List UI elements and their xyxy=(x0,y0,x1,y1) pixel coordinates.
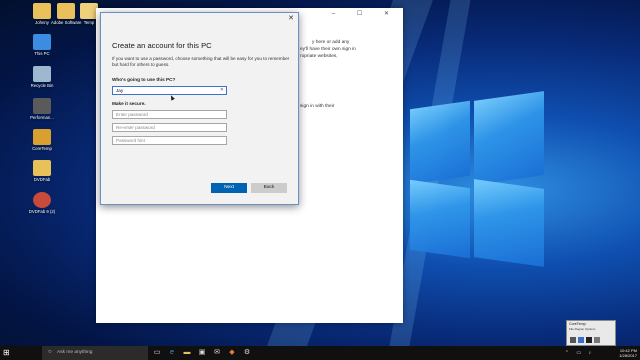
file-explorer-icon[interactable]: ▬ xyxy=(182,348,192,358)
desktop-icon-dvdfab-9[interactable]: DVDFab 9 (2) xyxy=(27,192,57,214)
monitor-icon xyxy=(586,337,592,343)
window-controls[interactable]: – ☐ ✕ xyxy=(332,10,399,17)
mail-icon[interactable]: ✉ xyxy=(212,348,222,358)
task-view-icon[interactable]: ▭ xyxy=(152,348,162,358)
back-button[interactable]: Back xyxy=(251,183,287,193)
clear-icon[interactable]: ✕ xyxy=(220,87,224,93)
password-hint-field[interactable]: Password hint xyxy=(112,136,227,145)
dialog-title: Create an account for this PC xyxy=(112,41,212,50)
recycle-bin-icon xyxy=(33,66,51,82)
settings-text: ropriate websites, xyxy=(300,54,338,59)
windows-start-icon[interactable]: ⊞ xyxy=(3,349,10,357)
close-icon[interactable]: ✕ xyxy=(288,14,294,22)
mini-window-menu[interactable]: File Region Options xyxy=(567,327,615,331)
secure-label: Make it secure. xyxy=(112,101,146,106)
info-icon xyxy=(594,337,600,343)
settings-icon[interactable]: ⚙ xyxy=(242,348,252,358)
password-field[interactable]: Enter password xyxy=(112,110,227,119)
dialog-description: If you want to use a password, choose so… xyxy=(112,56,290,67)
settings-text: sign in with their xyxy=(300,104,335,109)
search-box[interactable]: ○ Ask me anything xyxy=(42,346,148,360)
performance-icon xyxy=(33,98,51,114)
desktop-icon-coretemp[interactable]: CoreTemp xyxy=(27,129,57,151)
store-icon[interactable]: ▣ xyxy=(197,348,207,358)
clock[interactable]: 10:42 PM 1/28/2017 xyxy=(619,348,637,358)
folder-icon xyxy=(57,3,75,19)
reenter-password-field[interactable]: Re-enter password xyxy=(112,123,227,132)
settings-text: ey'll have their own sign in xyxy=(300,47,356,52)
desktop-icon-recycle-bin[interactable]: Recycle Bin xyxy=(27,66,57,88)
next-button[interactable]: Next xyxy=(211,183,247,193)
chart-icon xyxy=(578,337,584,343)
app-icon[interactable]: ◆ xyxy=(227,348,237,358)
dvdfab-icon xyxy=(33,192,51,208)
coretemp-icon xyxy=(33,129,51,145)
edge-icon[interactable]: e xyxy=(167,348,177,358)
coretemp-window[interactable]: CoreTemp File Region Options xyxy=(566,320,616,346)
create-account-dialog: ✕ Create an account for this PC If you w… xyxy=(100,12,299,205)
folder-icon xyxy=(33,3,51,19)
desktop-icon-dvdfab[interactable]: DVDFab xyxy=(27,160,57,182)
folder-icon xyxy=(33,160,51,176)
computer-icon xyxy=(33,34,51,50)
taskbar: ⊞ ○ Ask me anything ▭ e ▬ ▣ ✉ ◆ ⚙ ⌃ ▭ ♪ … xyxy=(0,346,640,360)
username-field[interactable]: Jay ✕ xyxy=(112,86,227,95)
username-value: Jay xyxy=(116,88,124,93)
clock-date: 1/28/2017 xyxy=(619,353,637,358)
mini-window-icons xyxy=(570,337,600,343)
search-placeholder: Ask me anything xyxy=(57,350,93,355)
who-label: Who's going to use this PC? xyxy=(112,77,176,82)
desktop-icon-performance[interactable]: Performan... xyxy=(27,98,57,120)
settings-text: y here or add any xyxy=(312,40,350,45)
cpu-icon xyxy=(570,337,576,343)
search-icon: ○ xyxy=(48,349,52,355)
desktop-icon-this-pc[interactable]: This PC xyxy=(27,34,57,56)
system-tray-icons[interactable]: ⌃ ▭ ♪ xyxy=(565,350,594,356)
